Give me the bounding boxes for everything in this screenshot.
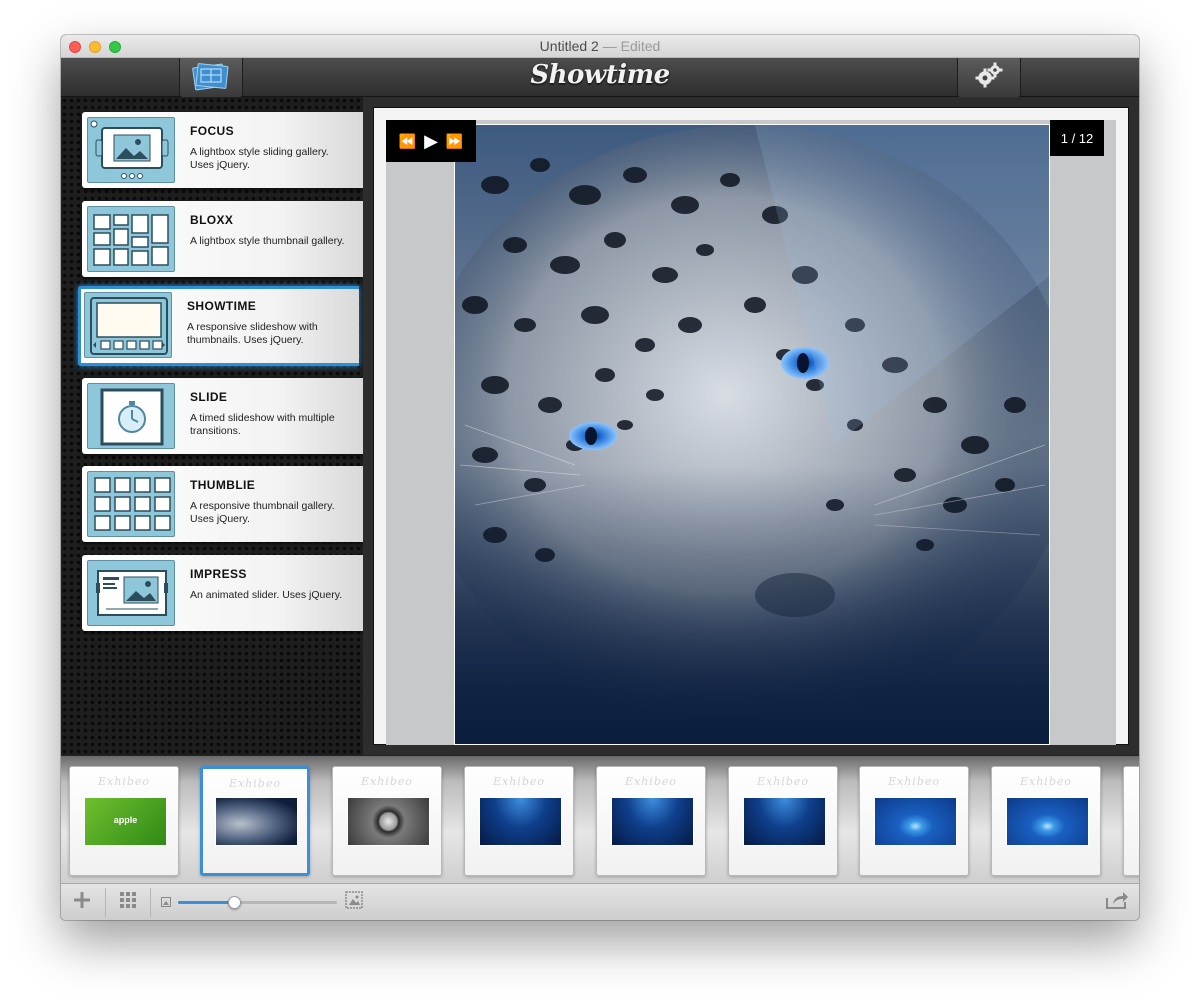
watermark: Exhibeo [228, 777, 281, 790]
underwater-slide [479, 797, 562, 846]
slide-counter: 1 / 12 [1050, 120, 1104, 156]
template-description: A responsive thumbnail gallery. Uses jQu… [190, 500, 335, 525]
template-card-showtime[interactable]: SHOWTIME A responsive slideshow with thu… [78, 286, 359, 366]
slide-strip[interactable]: Exhibeo apple Exhibeo Exhibeo Exhibeo Ex… [61, 755, 1139, 883]
template-card-slide[interactable]: SLIDE A timed slideshow with multiple tr… [82, 378, 363, 454]
watermark: Exhibeo [360, 775, 413, 788]
share-button[interactable] [1101, 884, 1133, 920]
template-title: IMPRESS [190, 567, 247, 581]
impress-template-icon [87, 560, 175, 626]
slide-thumbnail[interactable]: Exhibeo [332, 766, 442, 876]
water-drop-slide [1006, 797, 1089, 846]
template-title: FOCUS [190, 124, 234, 138]
preview-frame: ⏪ ▶ ⏩ 1 / 12 [373, 107, 1129, 745]
divider [150, 888, 151, 917]
slide-thumbnail[interactable]: Exhibeo [991, 766, 1101, 876]
zoom-out-button[interactable] [158, 884, 174, 920]
document-name: Untitled 2 [539, 38, 599, 54]
template-card-bloxx[interactable]: BLOXX A lightbox style thumbnail gallery… [82, 201, 363, 277]
template-title: THUMBLIE [190, 478, 256, 492]
watermark: Exhibeo [624, 775, 677, 788]
template-card-impress[interactable]: IMPRESS An animated slider. Uses jQuery. [82, 555, 363, 631]
metal-knob-slide [347, 797, 430, 846]
play-icon[interactable]: ▶ [424, 132, 438, 150]
slide-thumbnail[interactable]: Exhibeo [728, 766, 838, 876]
focus-template-icon [87, 117, 175, 183]
share-icon [1105, 890, 1129, 915]
slide-thumbnail[interactable]: Exhibeo [596, 766, 706, 876]
settings-button[interactable] [957, 58, 1021, 97]
green-apple-slide: apple [84, 797, 167, 846]
dark-slide [1138, 797, 1139, 846]
template-description: A responsive slideshow with thumbnails. … [187, 321, 318, 346]
playback-controls: ⏪ ▶ ⏩ [386, 120, 476, 162]
watermark: Exhibeo [97, 775, 150, 788]
leopard-slide [215, 797, 298, 846]
title-separator: — [602, 38, 617, 54]
template-sidebar: FOCUS A lightbox style sliding gallery. … [61, 97, 363, 755]
title-bar: Untitled 2 — Edited [61, 35, 1139, 58]
zoom-in-button[interactable] [343, 884, 365, 920]
app-window: Untitled 2 — Edited Showtime FOCUS A lig… [61, 35, 1139, 920]
watermark: Exhibeo [756, 775, 809, 788]
watermark: Exhibeo [1124, 775, 1139, 788]
slide-thumbnail[interactable]: Exhibeo [859, 766, 969, 876]
slide-thumbnail[interactable]: Exhibeo [200, 766, 310, 876]
template-description: A lightbox style sliding gallery. Uses j… [190, 146, 329, 171]
toolbar: Showtime [61, 58, 1139, 97]
zoom-slider-knob[interactable] [227, 896, 241, 909]
template-title: BLOXX [190, 213, 234, 227]
slideshow-preview: ⏪ ▶ ⏩ 1 / 12 [363, 97, 1139, 755]
watermark: Exhibeo [492, 775, 545, 788]
watermark: Exhibeo [1019, 775, 1072, 788]
bloxx-template-icon [87, 206, 175, 272]
water-drop-slide [874, 797, 957, 846]
small-image-icon [161, 894, 171, 912]
watermark: Exhibeo [887, 775, 940, 788]
leopard-photo[interactable] [454, 124, 1050, 745]
slide-template-icon [87, 383, 175, 449]
grid-icon [119, 891, 137, 914]
slide-caption: apple [113, 815, 138, 825]
zoom-slider-fill [178, 901, 234, 904]
next-icon[interactable]: ⏩ [446, 134, 463, 148]
previous-icon[interactable]: ⏪ [399, 134, 416, 148]
slide-thumbnail[interactable]: Exhibeo [1123, 766, 1139, 876]
large-image-icon [345, 891, 363, 914]
showtime-template-icon [84, 292, 172, 358]
bottom-bar [61, 883, 1139, 920]
zoom-slider[interactable] [178, 896, 337, 909]
template-description: An animated slider. Uses jQuery. [190, 589, 343, 601]
add-slide-button[interactable] [67, 884, 97, 920]
slide-thumbnail[interactable]: Exhibeo apple [69, 766, 179, 876]
window-title: Untitled 2 — Edited [61, 38, 1139, 54]
grid-view-button[interactable] [113, 884, 143, 920]
underwater-slide [611, 797, 694, 846]
gears-icon [974, 61, 1004, 94]
template-card-focus[interactable]: FOCUS A lightbox style sliding gallery. … [82, 112, 363, 188]
underwater-slide [743, 797, 826, 846]
template-description: A timed slideshow with multiple transiti… [190, 412, 335, 437]
thumblie-template-icon [87, 471, 175, 537]
template-description: A lightbox style thumbnail gallery. [190, 235, 345, 247]
template-title: SLIDE [190, 390, 228, 404]
template-card-thumblie[interactable]: THUMBLIE A responsive thumbnail gallery.… [82, 466, 363, 542]
slide-thumbnail[interactable]: Exhibeo [464, 766, 574, 876]
plus-icon [73, 891, 91, 914]
slide-area: ⏪ ▶ ⏩ 1 / 12 [386, 120, 1116, 745]
edited-status: Edited [620, 38, 661, 54]
template-title: SHOWTIME [187, 299, 257, 313]
divider [105, 888, 106, 917]
